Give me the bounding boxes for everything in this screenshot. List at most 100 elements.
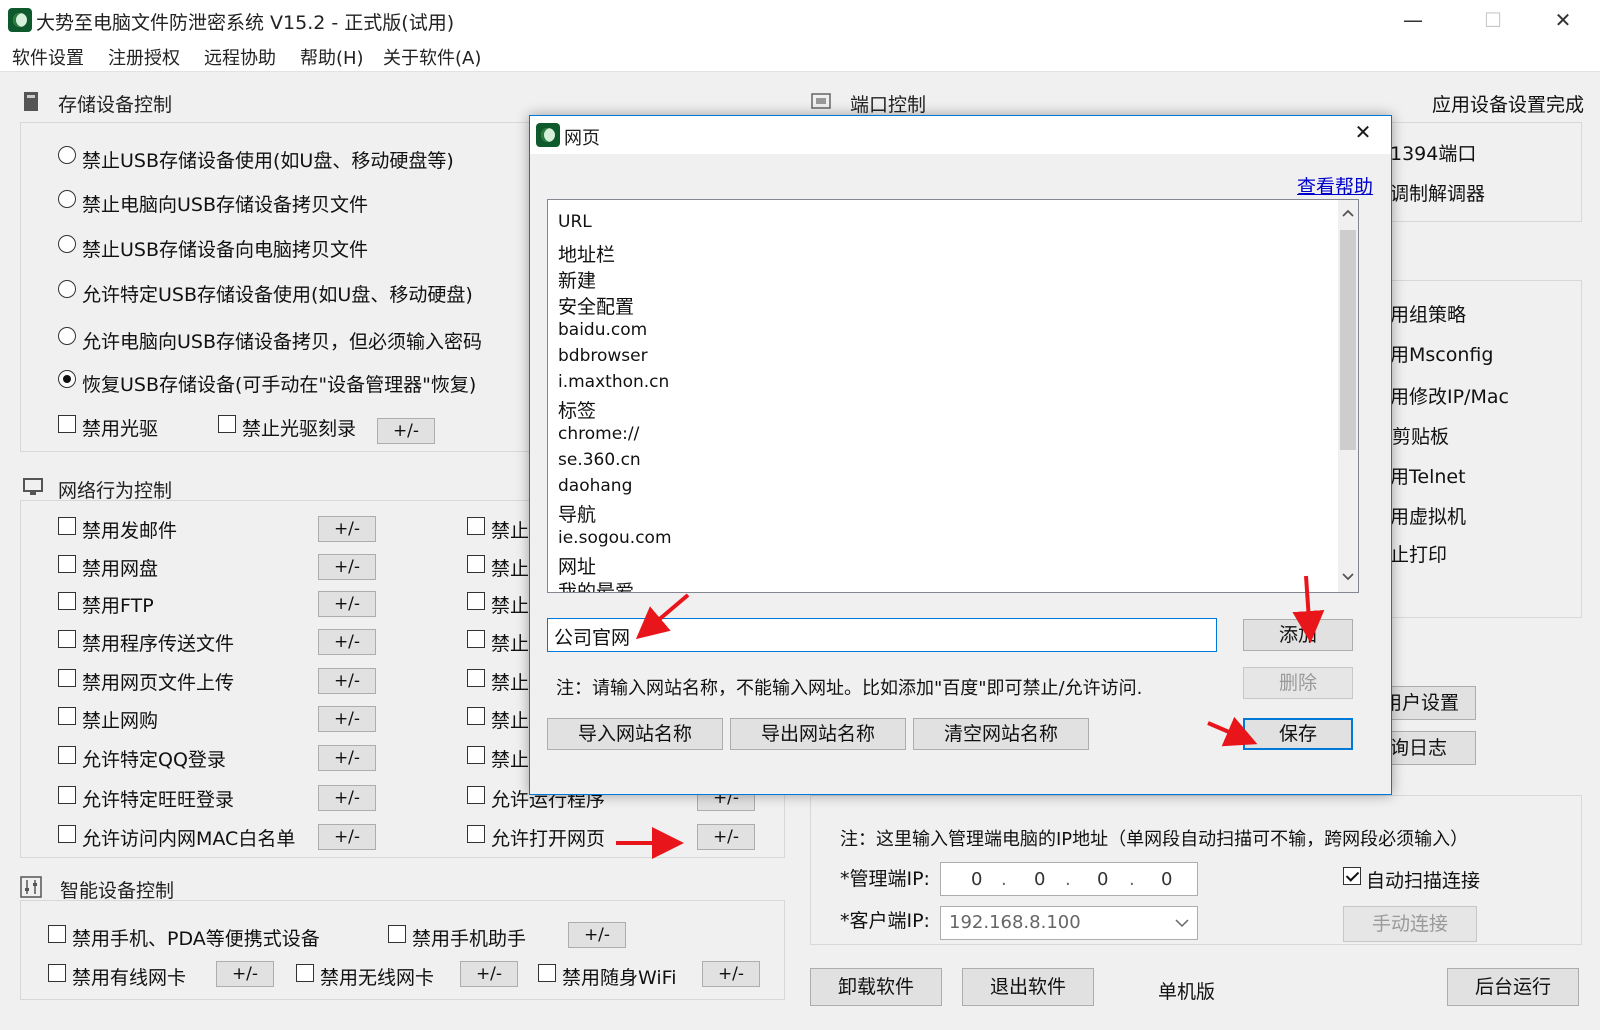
menu-software-settings[interactable]: 软件设置: [12, 44, 84, 70]
menu-help[interactable]: 帮助(H): [300, 44, 364, 70]
mac-whitelist-plus-minus-button[interactable]: +/-: [318, 824, 376, 850]
admin-ip-input[interactable]: 0 . 0 . 0 . 0: [940, 862, 1198, 896]
ftp-plus-minus-button[interactable]: +/-: [318, 591, 376, 617]
radio-disable-usb[interactable]: [58, 146, 76, 169]
uninstall-button[interactable]: 卸载软件: [810, 968, 942, 1006]
web-upload-plus-minus-button[interactable]: +/-: [318, 668, 376, 694]
checkbox-label: 禁止: [491, 672, 530, 694]
checkbox-network-right-1[interactable]: [467, 517, 485, 540]
list-item[interactable]: 新建: [558, 266, 596, 293]
checkbox-disable-portable-wifi[interactable]: [538, 964, 556, 987]
list-item[interactable]: 安全配置: [558, 292, 634, 319]
storage-icon: [24, 92, 38, 111]
checkbox-disable-program-transfer[interactable]: [58, 630, 76, 653]
close-button[interactable]: ✕: [1540, 6, 1586, 34]
checkbox-disable-netdisk[interactable]: [58, 555, 76, 578]
list-item[interactable]: daohang: [558, 476, 632, 496]
checkbox-auto-scan[interactable]: [1343, 867, 1361, 890]
radio-restore-usb[interactable]: [58, 370, 76, 393]
exit-button[interactable]: 退出软件: [962, 968, 1094, 1006]
list-item[interactable]: 地址栏: [558, 240, 615, 267]
dialog-close-button[interactable]: ✕: [1348, 120, 1378, 150]
save-button[interactable]: 保存: [1243, 718, 1353, 750]
checkbox-allow-open-webpage[interactable]: [467, 825, 485, 848]
shopping-plus-minus-button[interactable]: +/-: [318, 706, 376, 732]
checkbox-disable-wired-nic[interactable]: [48, 964, 66, 987]
list-item[interactable]: 我的最爱: [558, 577, 634, 592]
cdrom-plus-minus-button[interactable]: +/-: [377, 418, 435, 444]
checkbox-disable-shopping[interactable]: [58, 707, 76, 730]
menu-remote-assist[interactable]: 远程协助: [204, 44, 276, 70]
checkbox-network-right-2[interactable]: [467, 555, 485, 578]
scrollbar-thumb[interactable]: [1340, 230, 1356, 450]
wangwang-plus-minus-button[interactable]: +/-: [318, 785, 376, 811]
wired-nic-plus-minus-button[interactable]: +/-: [216, 961, 274, 987]
radio-label: 禁止USB存储设备使用(如U盘、移动硬盘等): [82, 150, 454, 172]
checkbox-disable-ftp[interactable]: [58, 592, 76, 615]
checkbox-allow-wangwang[interactable]: [58, 786, 76, 809]
radio-block-copy-from-usb[interactable]: [58, 235, 76, 258]
checkbox-label: 禁用发邮件: [82, 520, 178, 542]
radio-label: 允许电脑向USB存储设备拷贝，但必须输入密码: [82, 331, 483, 353]
scroll-down-icon[interactable]: [1342, 572, 1354, 582]
email-plus-minus-button[interactable]: +/-: [318, 516, 376, 542]
list-item[interactable]: URL: [558, 212, 592, 232]
menu-about[interactable]: 关于软件(A): [383, 44, 481, 70]
checkbox-box: [58, 707, 76, 725]
checkbox-box-checked: [1343, 867, 1361, 885]
radio-allow-specific-usb[interactable]: [58, 280, 76, 303]
checkbox-allow-run-program[interactable]: [467, 786, 485, 809]
menu-registration[interactable]: 注册授权: [108, 44, 180, 70]
add-button[interactable]: 添加: [1243, 619, 1353, 651]
list-scrollbar[interactable]: [1338, 200, 1358, 592]
program-transfer-plus-minus-button[interactable]: +/-: [318, 629, 376, 655]
run-background-button[interactable]: 后台运行: [1447, 968, 1579, 1006]
radio-circle: [58, 235, 76, 253]
list-item[interactable]: baidu.com: [558, 320, 647, 340]
radio-block-copy-to-usb[interactable]: [58, 190, 76, 213]
open-webpage-plus-minus-button[interactable]: +/-: [697, 824, 755, 850]
checkbox-network-right-7[interactable]: [467, 746, 485, 769]
checkbox-disable-mobile[interactable]: [48, 925, 66, 948]
checkbox-disable-email[interactable]: [58, 517, 76, 540]
checkbox-disable-wireless-nic[interactable]: [296, 964, 314, 987]
website-name-input[interactable]: 公司官网: [547, 618, 1217, 652]
checkbox-disable-cdrom[interactable]: [58, 415, 76, 438]
checkbox-allow-qq[interactable]: [58, 746, 76, 769]
checkbox-disable-burn[interactable]: [218, 415, 236, 438]
smart-section-title: 智能设备控制: [60, 880, 175, 902]
qq-plus-minus-button[interactable]: +/-: [318, 745, 376, 771]
title-bar: 大势至电脑文件防泄密系统 V15.2 - 正式版(试用) — ☐ ✕: [0, 0, 1600, 40]
list-item[interactable]: chrome://: [558, 424, 639, 444]
website-list[interactable]: URL 地址栏 新建 安全配置 baidu.com bdbrowser i.ma…: [547, 199, 1359, 593]
checkbox-network-right-3[interactable]: [467, 592, 485, 615]
wireless-nic-plus-minus-button[interactable]: +/-: [460, 961, 518, 987]
list-item[interactable]: ie.sogou.com: [558, 528, 672, 548]
view-help-link[interactable]: 查看帮助: [1297, 172, 1373, 199]
list-item[interactable]: bdbrowser: [558, 346, 648, 366]
scroll-up-icon[interactable]: [1342, 208, 1354, 218]
list-item[interactable]: se.360.cn: [558, 450, 641, 470]
checkbox-disable-phone-assistant[interactable]: [388, 925, 406, 948]
chevron-down-icon: [1175, 919, 1189, 928]
list-item[interactable]: 网址: [558, 552, 596, 579]
delete-button[interactable]: 删除: [1243, 667, 1353, 699]
clear-names-button[interactable]: 清空网站名称: [913, 718, 1089, 750]
list-item[interactable]: 导航: [558, 500, 596, 527]
list-item[interactable]: 标签: [558, 396, 596, 423]
checkbox-allow-mac-whitelist[interactable]: [58, 825, 76, 848]
list-item[interactable]: i.maxthon.cn: [558, 372, 669, 392]
checkbox-network-right-5[interactable]: [467, 669, 485, 692]
checkbox-disable-web-upload[interactable]: [58, 669, 76, 692]
checkbox-network-right-4[interactable]: [467, 630, 485, 653]
radio-password-copy[interactable]: [58, 327, 76, 350]
client-ip-select[interactable]: 192.168.8.100: [940, 906, 1198, 940]
minimize-button[interactable]: —: [1390, 6, 1436, 34]
portable-wifi-plus-minus-button[interactable]: +/-: [702, 961, 760, 987]
export-names-button[interactable]: 导出网站名称: [730, 718, 906, 750]
manual-connect-button[interactable]: 手动连接: [1343, 906, 1477, 942]
netdisk-plus-minus-button[interactable]: +/-: [318, 554, 376, 580]
import-names-button[interactable]: 导入网站名称: [547, 718, 723, 750]
phone-assistant-plus-minus-button[interactable]: +/-: [568, 922, 626, 948]
checkbox-network-right-6[interactable]: [467, 707, 485, 730]
